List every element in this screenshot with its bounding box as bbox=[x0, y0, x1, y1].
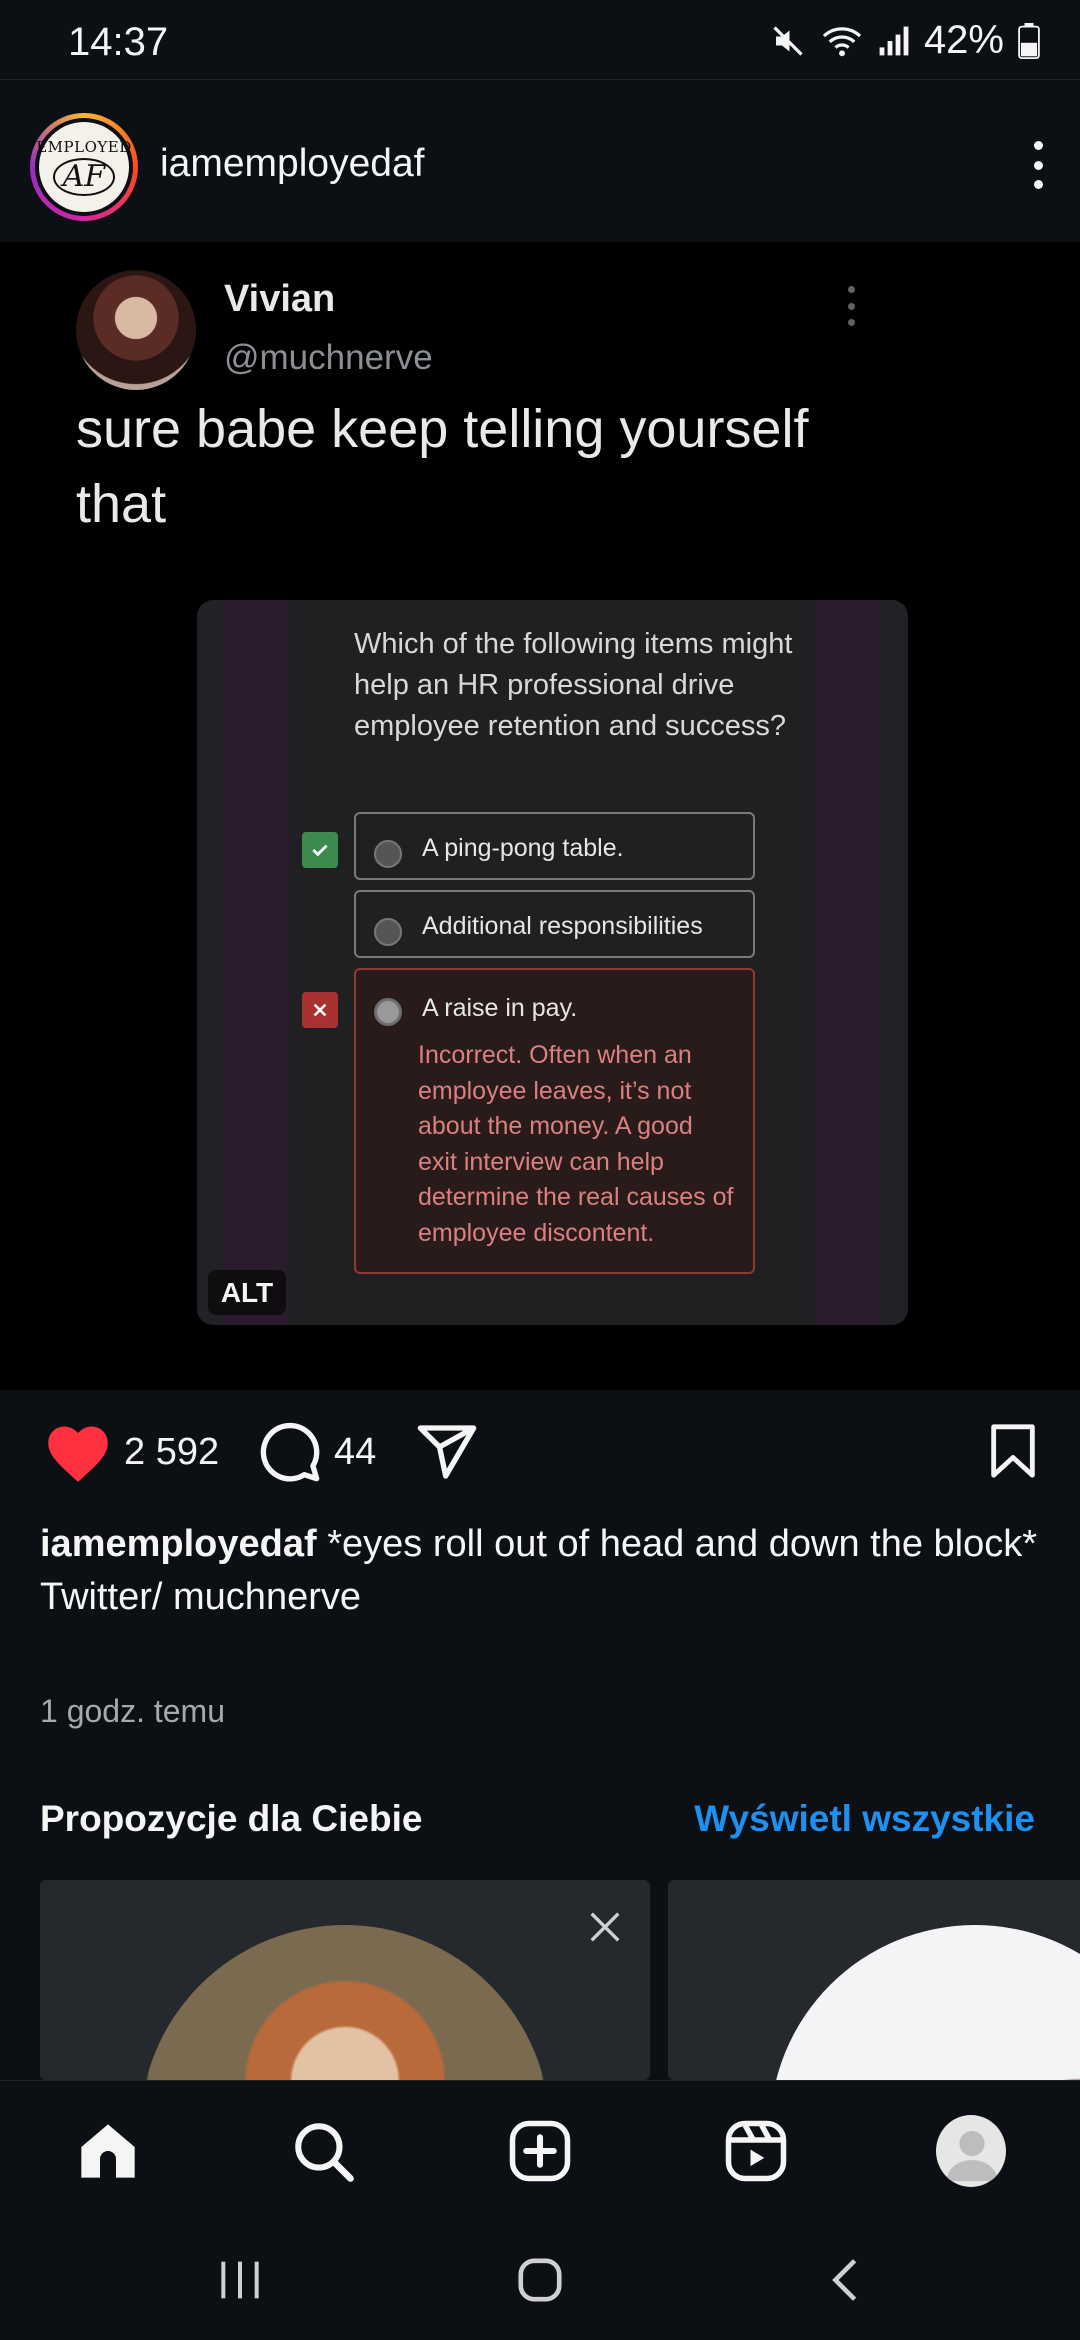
quiz-option: Additional responsibilities bbox=[354, 890, 755, 958]
tweet-more-icon bbox=[848, 286, 858, 326]
post-actions: 2 592 44 bbox=[0, 1420, 1080, 1490]
quiz-screenshot: Which of the following items might help … bbox=[197, 600, 908, 1325]
nav-reels[interactable] bbox=[721, 2116, 791, 2186]
employed-af-logo: EMPLOYED AF bbox=[36, 122, 132, 212]
see-all-link[interactable]: Wyświetl wszystkie bbox=[694, 1798, 1035, 1840]
tweet-avatar bbox=[76, 270, 196, 390]
battery-icon bbox=[1018, 22, 1040, 59]
post-image[interactable]: Vivian @muchnerve sure babe keep telling… bbox=[0, 242, 1080, 1390]
recent-apps-button[interactable] bbox=[210, 2250, 270, 2310]
system-home-icon bbox=[518, 2258, 562, 2302]
system-back-button[interactable] bbox=[815, 2250, 875, 2310]
comment-action: 44 bbox=[258, 1420, 376, 1484]
search-icon bbox=[295, 2123, 354, 2182]
tweet-text: sure babe keep telling yourself that bbox=[76, 399, 809, 534]
caption-username[interactable]: iamemployedaf bbox=[40, 1523, 317, 1565]
share-action bbox=[414, 1420, 480, 1484]
system-home-button[interactable] bbox=[510, 2250, 570, 2310]
comment-count[interactable]: 44 bbox=[334, 1431, 376, 1474]
suggestion-card[interactable] bbox=[668, 1880, 1080, 2080]
like-count[interactable]: 2 592 bbox=[124, 1431, 219, 1474]
caption-credit: Twitter/ muchnerve bbox=[40, 1576, 361, 1618]
logo-top-text: EMPLOYED bbox=[36, 138, 132, 156]
author-avatar[interactable]: EMPLOYED AF bbox=[30, 113, 138, 221]
close-icon[interactable] bbox=[586, 1908, 624, 1946]
post-timestamp: 1 godz. temu bbox=[40, 1693, 225, 1729]
comment-icon[interactable] bbox=[258, 1420, 322, 1484]
more-options-icon[interactable] bbox=[1018, 135, 1058, 195]
recent-apps-icon bbox=[221, 2261, 259, 2299]
quiz-option: A ping-pong table. bbox=[354, 812, 755, 880]
status-time: 14:37 bbox=[68, 20, 169, 64]
battery-percent: 42% bbox=[923, 18, 1004, 62]
system-nav-bar bbox=[0, 2220, 1080, 2340]
quiz-option-label: A raise in pay. bbox=[422, 994, 578, 1022]
alt-badge[interactable]: ALT bbox=[208, 1270, 286, 1315]
bookmark-icon[interactable] bbox=[984, 1420, 1042, 1482]
nav-search[interactable] bbox=[288, 2116, 358, 2186]
nav-home[interactable] bbox=[73, 2116, 143, 2186]
profile-avatar bbox=[936, 2115, 1006, 2187]
post-caption: iamemployedaf *eyes roll out of head and… bbox=[40, 1518, 1040, 1624]
suggestion-avatar bbox=[140, 1925, 550, 2080]
share-icon[interactable] bbox=[414, 1420, 480, 1484]
suggestions-title: Propozycje dla Ciebie bbox=[40, 1798, 423, 1839]
nav-create[interactable] bbox=[505, 2116, 575, 2186]
radio-icon bbox=[374, 918, 402, 946]
tweet-author-handle: @muchnerve bbox=[224, 338, 433, 377]
wifi-icon bbox=[822, 26, 862, 56]
radio-icon bbox=[374, 840, 402, 868]
suggestion-card[interactable] bbox=[40, 1880, 650, 2080]
quiz-question: Which of the following items might help … bbox=[354, 628, 793, 742]
home-icon bbox=[81, 2124, 135, 2178]
tweet-author-name: Vivian bbox=[224, 278, 336, 320]
status-icons: 42% bbox=[770, 18, 1040, 63]
check-icon bbox=[302, 832, 338, 868]
suggestion-avatar bbox=[770, 1925, 1080, 2080]
radio-icon bbox=[374, 998, 402, 1026]
status-bar: 14:37 42% bbox=[0, 0, 1080, 80]
quiz-option-label: A ping-pong table. bbox=[422, 834, 624, 862]
post-header: EMPLOYED AF iamemployedaf bbox=[0, 95, 1080, 240]
quiz-option-selected: A raise in pay. Incorrect. Often when an… bbox=[354, 968, 755, 1274]
save-action bbox=[984, 1420, 1042, 1482]
quiz-feedback: Incorrect. Often when an employee leaves… bbox=[418, 1041, 734, 1247]
reels-icon bbox=[725, 2120, 787, 2182]
quiz-option-label: Additional responsibilities bbox=[422, 912, 703, 940]
logo-bottom-text: AF bbox=[52, 158, 116, 196]
author-username[interactable]: iamemployedaf bbox=[160, 142, 424, 186]
signal-icon bbox=[879, 26, 909, 55]
nav-profile[interactable] bbox=[936, 2115, 1006, 2187]
heart-icon[interactable] bbox=[44, 1420, 112, 1484]
like-action: 2 592 bbox=[44, 1420, 219, 1484]
cross-icon bbox=[302, 992, 338, 1028]
mute-icon bbox=[773, 25, 803, 56]
caption-text: *eyes roll out of head and down the bloc… bbox=[327, 1523, 1038, 1565]
create-icon bbox=[509, 2120, 571, 2182]
back-chevron-icon bbox=[832, 2259, 857, 2301]
bottom-nav bbox=[0, 2080, 1080, 2220]
